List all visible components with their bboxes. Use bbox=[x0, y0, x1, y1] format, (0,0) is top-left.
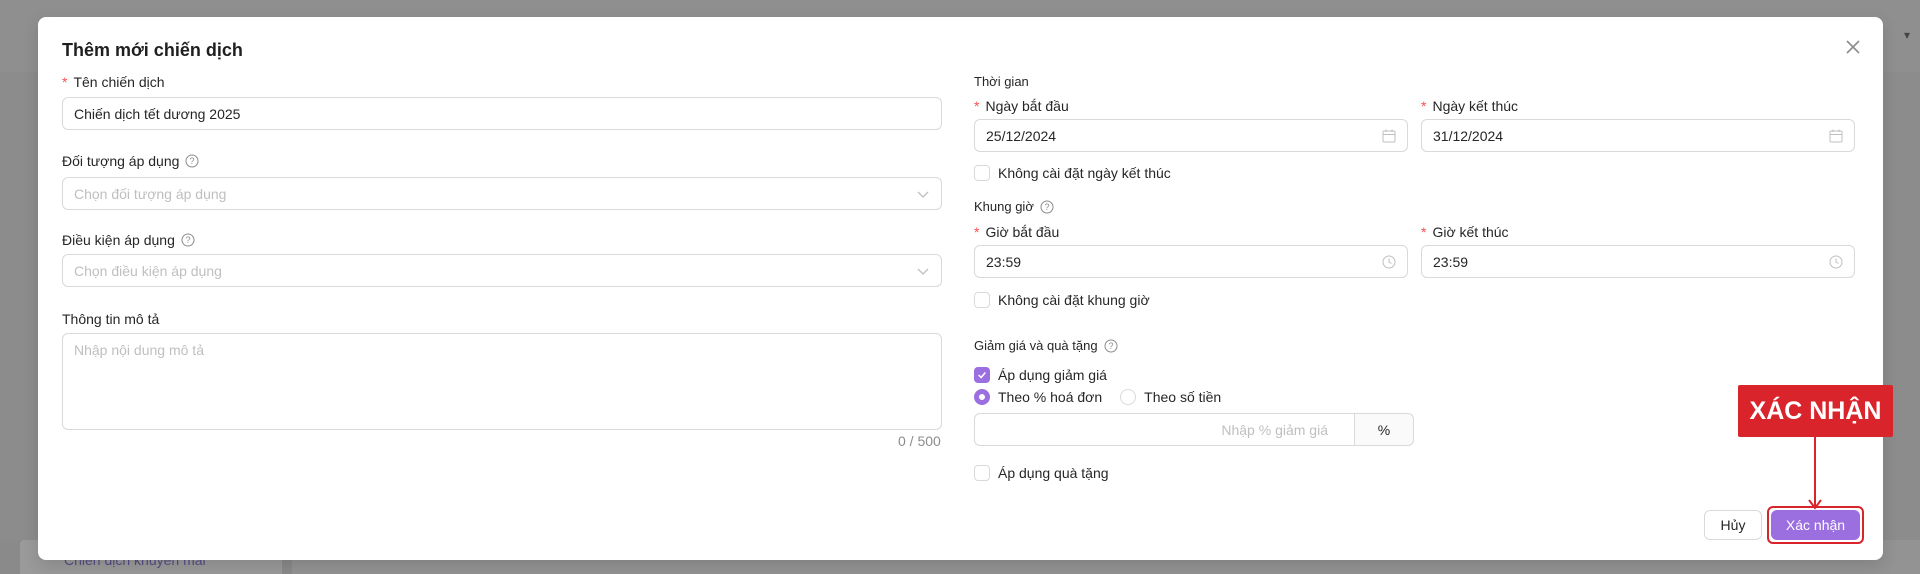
description-label: Thông tin mô tả bbox=[62, 311, 160, 327]
question-circle-icon[interactable]: ? bbox=[185, 154, 199, 168]
clock-icon bbox=[1381, 254, 1397, 270]
percent-addon: % bbox=[1354, 413, 1414, 446]
discount-type-radio-group: Theo % hoá đơn Theo số tiền bbox=[974, 389, 1221, 405]
svg-text:?: ? bbox=[190, 156, 195, 166]
timeframe-section-label: Khung giờ ? bbox=[974, 199, 1054, 214]
end-time-label: * Giờ kết thúc bbox=[1421, 224, 1509, 240]
question-circle-icon[interactable]: ? bbox=[1104, 339, 1118, 353]
radio-dot[interactable] bbox=[1120, 389, 1137, 405]
svg-text:?: ? bbox=[1044, 202, 1049, 212]
condition-select[interactable]: Chọn điều kiện áp dụng bbox=[62, 254, 942, 287]
end-date-label: * Ngày kết thúc bbox=[1421, 98, 1519, 114]
checkbox-box[interactable] bbox=[974, 165, 990, 181]
question-circle-icon[interactable]: ? bbox=[181, 233, 195, 247]
close-icon[interactable] bbox=[1841, 35, 1865, 59]
discount-percent-input-group: Nhập % giảm giá % bbox=[974, 413, 1414, 446]
campaign-name-label: * Tên chiến dịch bbox=[62, 74, 165, 90]
start-time-label: * Giờ bắt đầu bbox=[974, 224, 1060, 240]
radio-percent-invoice[interactable]: Theo % hoá đơn bbox=[974, 389, 1102, 405]
checkbox-box[interactable] bbox=[974, 367, 990, 383]
calendar-icon bbox=[1381, 128, 1397, 144]
required-mark: * bbox=[62, 74, 68, 90]
create-campaign-modal: Thêm mới chiến dịch * Tên chiến dịch Chi… bbox=[38, 17, 1883, 560]
discount-percent-input[interactable]: Nhập % giảm giá bbox=[974, 413, 1354, 446]
modal-title: Thêm mới chiến dịch bbox=[62, 40, 243, 60]
clock-icon bbox=[1828, 254, 1844, 270]
question-circle-icon[interactable]: ? bbox=[1040, 200, 1054, 214]
description-textarea[interactable]: Nhập nội dung mô tả bbox=[62, 333, 942, 430]
checkbox-box[interactable] bbox=[974, 292, 990, 308]
no-end-date-checkbox[interactable]: Không cài đặt ngày kết thúc bbox=[974, 165, 1171, 181]
description-counter: 0 / 500 bbox=[898, 433, 941, 449]
condition-label: Điều kiện áp dụng ? bbox=[62, 232, 195, 248]
no-timeframe-checkbox[interactable]: Không cài đặt khung giờ bbox=[974, 292, 1150, 308]
start-date-input[interactable]: 25/12/2024 bbox=[974, 119, 1408, 152]
annotation-arrow-icon bbox=[1808, 436, 1822, 510]
svg-text:?: ? bbox=[185, 235, 190, 245]
target-select[interactable]: Chọn đối tượng áp dụng bbox=[62, 177, 942, 210]
end-date-input[interactable]: 31/12/2024 bbox=[1421, 119, 1855, 152]
svg-text:?: ? bbox=[1108, 341, 1113, 351]
start-date-label: * Ngày bắt đầu bbox=[974, 98, 1069, 114]
time-section-label: Thời gian bbox=[974, 74, 1029, 89]
check-icon bbox=[978, 372, 986, 379]
calendar-icon bbox=[1828, 128, 1844, 144]
apply-gift-checkbox[interactable]: Áp dụng quà tặng bbox=[974, 465, 1109, 481]
target-label: Đối tượng áp dụng ? bbox=[62, 153, 199, 169]
chevron-down-icon bbox=[915, 186, 931, 202]
start-time-input[interactable]: 23:59 bbox=[974, 245, 1408, 278]
checkbox-box[interactable] bbox=[974, 465, 990, 481]
radio-dot[interactable] bbox=[974, 389, 990, 405]
discount-section-label: Giảm giá và quà tặng ? bbox=[974, 338, 1118, 353]
end-time-input[interactable]: 23:59 bbox=[1421, 245, 1855, 278]
radio-fixed-amount[interactable]: Theo số tiền bbox=[1120, 389, 1221, 405]
apply-discount-checkbox[interactable]: Áp dụng giảm giá bbox=[974, 367, 1107, 383]
annotation-callout: XÁC NHẬN bbox=[1738, 385, 1893, 437]
cancel-button[interactable]: Hủy bbox=[1704, 510, 1762, 540]
chevron-down-icon bbox=[915, 263, 931, 279]
campaign-name-input[interactable]: Chiến dịch tết dương 2025 bbox=[62, 97, 942, 130]
chevron-down-icon: ▾ bbox=[1903, 28, 1910, 42]
